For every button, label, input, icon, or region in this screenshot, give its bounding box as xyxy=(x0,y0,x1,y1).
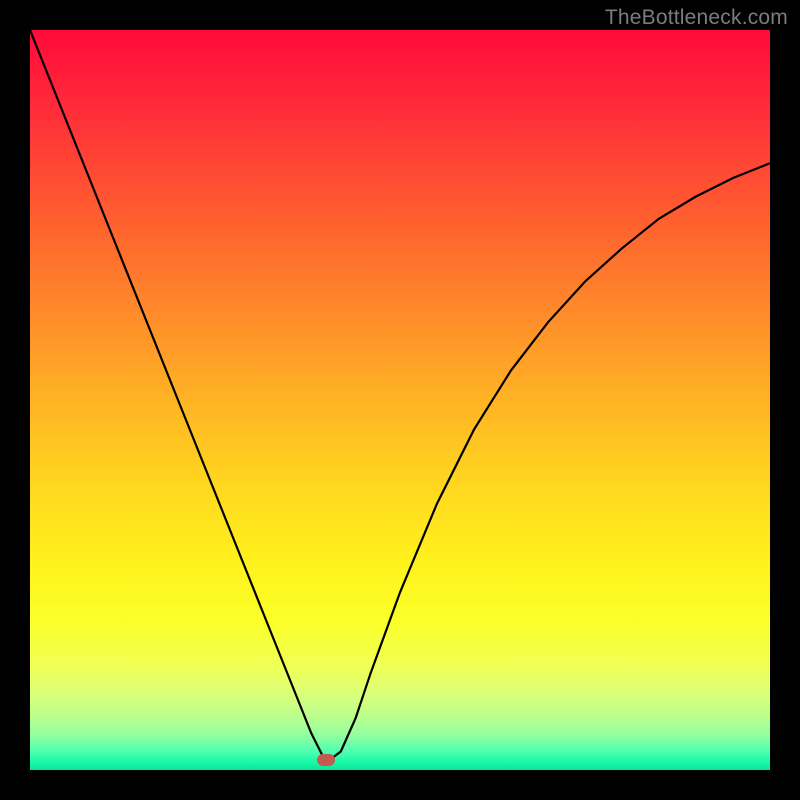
minimum-marker xyxy=(317,754,335,766)
chart-frame: TheBottleneck.com xyxy=(0,0,800,800)
plot-area xyxy=(30,30,770,770)
bottleneck-curve xyxy=(30,30,770,763)
curve-svg xyxy=(30,30,770,770)
watermark-text: TheBottleneck.com xyxy=(605,6,788,30)
